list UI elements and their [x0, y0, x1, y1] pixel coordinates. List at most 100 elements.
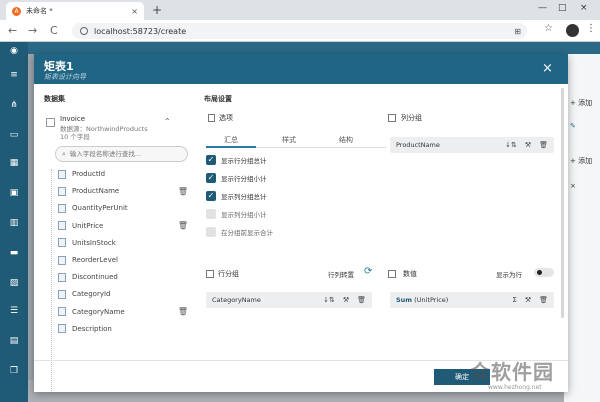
add-button-1[interactable]: + 添加 [570, 98, 592, 108]
forward-icon[interactable]: → [28, 24, 37, 37]
option-checkbox-row[interactable]: 在分组前显示合计 [206, 226, 273, 238]
wrench-icon[interactable]: ⚒ [343, 296, 349, 304]
option-checkbox-row[interactable]: 显示列分组小计 [206, 208, 267, 220]
window-close-icon[interactable]: × [580, 3, 588, 13]
back-icon[interactable]: ← [8, 24, 17, 37]
field-item[interactable]: CategoryName 🗑 [58, 305, 188, 319]
matrix-icon[interactable]: ▣ [8, 188, 20, 198]
collapse-chevron-icon[interactable]: ⌃ [164, 117, 171, 126]
field-name: ProductId [72, 170, 106, 178]
checkbox[interactable]: ✓ [206, 173, 216, 183]
field-icon [58, 255, 66, 265]
sort-icon[interactable]: ↓⇅ [323, 296, 335, 304]
trash-icon[interactable]: 🗑 [178, 221, 188, 230]
tab-close-icon[interactable]: × [131, 7, 138, 16]
field-item[interactable]: Description [58, 322, 188, 336]
field-name: UnitPrice [72, 221, 104, 230]
bookmark-star-icon[interactable]: ☆ [544, 23, 553, 34]
trash-icon[interactable]: 🗑 [178, 307, 188, 316]
values-item[interactable]: Sum (UnitPrice) Σ ⚒ 🗑 [390, 292, 554, 308]
option-checkbox-row[interactable]: ✓ 显示行分组总计 [206, 154, 267, 166]
browser-tab[interactable]: A 未命名 * × [6, 2, 144, 20]
chart-icon[interactable]: ▥ [8, 218, 20, 228]
field-item[interactable]: ReorderLevel [58, 253, 188, 267]
field-search-input[interactable] [69, 150, 180, 158]
barcode-icon[interactable]: ▬ [8, 248, 20, 258]
image-icon[interactable]: ▨ [8, 278, 20, 288]
tab-summary[interactable]: 汇总 [224, 135, 238, 145]
values-icon [388, 270, 396, 278]
url-text: localhost:58723/create [94, 26, 187, 36]
option-checkbox-row[interactable]: ✓ 显示行分组小计 [206, 172, 267, 184]
checkbox-label: 显示行分组总计 [221, 157, 267, 165]
checkbox[interactable]: ✓ [206, 155, 216, 165]
trash-icon[interactable]: 🗑 [357, 296, 366, 304]
hamburger-menu-icon[interactable]: ≡ [8, 70, 20, 80]
url-field[interactable]: localhost:58723/create ⊞ [72, 23, 527, 39]
hierarchy-icon[interactable]: ⋔ [8, 100, 20, 110]
browser-menu-icon[interactable]: ⋮ [586, 23, 596, 34]
translate-icon[interactable]: ⊞ [514, 27, 521, 36]
copy-icon[interactable]: ❐ [8, 366, 20, 376]
column-group-item[interactable]: ProductName ↓⇅ ⚒ 🗑 [390, 137, 554, 153]
browser-tabbar: A 未命名 * × + — □ × [0, 0, 600, 20]
add-button-2[interactable]: + 添加 [570, 156, 592, 166]
tab-title: 未命名 * [26, 7, 53, 15]
checkbox[interactable]: ✓ [206, 191, 216, 201]
wrench-icon[interactable]: ⚒ [525, 296, 531, 304]
tab-style[interactable]: 样式 [282, 135, 296, 145]
transpose-icon[interactable]: ⟳ [364, 266, 372, 277]
app-favicon-icon: A [12, 6, 21, 16]
textbox-icon[interactable]: ▭ [8, 130, 20, 140]
checkbox[interactable] [206, 227, 216, 237]
edit-icon[interactable]: ✎ [570, 122, 576, 130]
dialog-scrollbar[interactable] [561, 88, 564, 318]
dialog-close-icon[interactable]: × [542, 61, 553, 76]
layout-heading: 布局设置 [204, 95, 232, 103]
option-checkbox-row[interactable]: ✓ 显示列分组总计 [206, 190, 267, 202]
tab-structure[interactable]: 结构 [339, 135, 353, 145]
remove-icon[interactable]: × [570, 182, 576, 190]
tree-line [51, 169, 52, 391]
trash-icon[interactable]: 🗑 [539, 141, 548, 149]
list-icon[interactable]: ☰ [8, 306, 20, 316]
watermark-url: www.hezhong.net [488, 384, 542, 391]
reload-icon[interactable]: C [50, 24, 58, 37]
window-maximize-icon[interactable]: □ [558, 3, 567, 13]
dataset-icon [46, 118, 55, 127]
show-as-rows-label: 显示为行 [496, 271, 522, 279]
wrench-icon[interactable]: ⚒ [525, 141, 531, 149]
table-icon[interactable]: ▦ [8, 158, 20, 168]
trash-icon[interactable]: 🗑 [539, 296, 548, 304]
toggle-knob [537, 270, 542, 275]
values-field: Sum (UnitPrice) [396, 296, 504, 304]
field-item[interactable]: UnitPrice 🗑 [58, 219, 188, 233]
subreport-icon[interactable]: ▤ [8, 336, 20, 346]
checkbox[interactable] [206, 209, 216, 219]
column-group-label: 列分组 [401, 114, 422, 122]
field-item[interactable]: ProductName 🗑 [58, 184, 188, 198]
sort-icon[interactable]: ↓⇅ [505, 141, 517, 149]
window-minimize-icon[interactable]: — [538, 3, 547, 13]
field-item[interactable]: QuantityPerUnit [58, 201, 188, 215]
field-item[interactable]: UnitsInStock [58, 236, 188, 250]
trash-icon[interactable]: 🗑 [178, 187, 188, 196]
row-group-icon [206, 270, 214, 278]
profile-avatar[interactable] [566, 24, 579, 37]
options-icon [208, 114, 215, 122]
sigma-icon[interactable]: Σ [512, 296, 516, 304]
field-item[interactable]: Discontinued [58, 270, 188, 284]
search-icon: ⌕ [62, 149, 66, 158]
app-top-toolbar [28, 42, 600, 54]
dataset-name[interactable]: Invoice [60, 115, 85, 123]
row-group-item[interactable]: CategoryName ↓⇅ ⚒ 🗑 [206, 292, 372, 308]
dialog-header: 矩表1 矩表设计向导 × [34, 54, 568, 84]
checkbox-label: 显示列分组小计 [221, 211, 267, 219]
field-item[interactable]: ProductId [58, 167, 188, 181]
show-as-rows-toggle[interactable] [534, 268, 554, 277]
checkbox-label: 显示列分组总计 [221, 193, 267, 201]
transpose-label[interactable]: 行列转置 [328, 269, 354, 279]
new-tab-icon[interactable]: + [152, 3, 162, 17]
field-item[interactable]: CategoryId [58, 287, 188, 301]
dataset-heading: 数据集 [44, 95, 65, 103]
